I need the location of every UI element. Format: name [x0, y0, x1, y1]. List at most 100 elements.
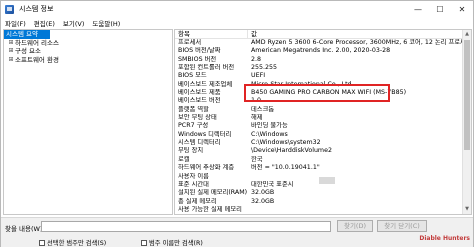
list-row[interactable]: 베이스보드 제품 B450 GAMING PRO CARBON MAX WIFI …	[175, 89, 471, 97]
details-list: 항목 값 프로세서 AMD Ryzen 5 3600 6-Core Process…	[174, 29, 472, 215]
row-item: 로캘	[178, 155, 190, 163]
row-value: 해제	[251, 114, 263, 122]
list-row[interactable]: 프로세서 AMD Ryzen 5 3600 6-Core Processor, 3…	[175, 39, 471, 47]
system-info-window: 시스템 정보 — ☐ ✕ 파일(F) 편집(E) 보기(V) 도움말(H) 시스…	[0, 0, 474, 247]
row-item: Windows 디렉터리	[178, 130, 232, 138]
row-item: 표준 시간대	[178, 180, 209, 188]
row-value: 버전 = "10.0.19041.1"	[251, 164, 320, 172]
expand-icon[interactable]: ⊞	[7, 56, 15, 65]
tree-item-hardware-resources[interactable]: ⊞ 하드웨어 리소스	[4, 39, 172, 48]
menu-bar: 파일(F) 편집(E) 보기(V) 도움말(H)	[1, 17, 473, 28]
row-item: 사용자 이름	[178, 172, 209, 180]
row-item: 보안 부팅 상태	[178, 114, 217, 122]
row-value: 바인딩 불가능	[251, 122, 288, 130]
row-value: C:\Windows\system32	[251, 139, 321, 147]
row-item: 플랫폼 역할	[178, 105, 209, 113]
tree-item-label: 소프트웨어 환경	[15, 55, 59, 64]
scrollbar-thumb[interactable]	[464, 40, 470, 150]
list-row[interactable]: 시스템 디렉터리 C:\Windows\system32	[175, 139, 471, 147]
vertical-scrollbar[interactable]: ▲ ▼	[462, 30, 471, 214]
close-find-button[interactable]: 찾기 닫기(C)	[377, 220, 427, 232]
maximize-button[interactable]: ☐	[429, 1, 451, 17]
list-row[interactable]: 총 실제 메모리 32.0GB	[175, 198, 471, 206]
menu-help[interactable]: 도움말(H)	[92, 18, 120, 28]
list-row[interactable]: 하드웨어 추상화 계층 버전 = "10.0.19041.1"	[175, 164, 471, 172]
row-value: Micro-Star International Co., Ltd.	[251, 80, 354, 88]
row-item: 사용 가능한 실제 메모리	[178, 205, 242, 213]
menu-edit[interactable]: 편집(E)	[34, 18, 55, 28]
row-item: 베이스보드 제품	[178, 89, 221, 97]
list-row[interactable]: 포함된 컨트롤러 버전 255.255	[175, 64, 471, 72]
row-value	[248, 206, 471, 214]
scroll-up-icon[interactable]: ▲	[463, 30, 471, 39]
checkbox-category-names[interactable]: 범주 이름만 검색(R)	[141, 238, 203, 247]
row-item: 설치된 실제 메모리(RAM)	[178, 189, 248, 197]
minimize-button[interactable]: —	[407, 1, 429, 17]
find-button[interactable]: 찾기(D)	[337, 220, 373, 232]
watermark-logo: Diable Hunters	[419, 235, 470, 242]
row-value: 데스크톱	[251, 105, 275, 113]
menu-view[interactable]: 보기(V)	[63, 18, 84, 28]
list-row[interactable]: PCR7 구성 바인딩 불가능	[175, 122, 471, 130]
menu-file[interactable]: 파일(F)	[5, 18, 26, 28]
window-title: 시스템 정보	[19, 5, 54, 13]
row-item: SMBIOS 버전	[178, 55, 217, 63]
list-row[interactable]: 설치된 실제 메모리(RAM) 32.0GB	[175, 189, 471, 197]
row-value: 32.0GB	[251, 197, 275, 205]
find-input[interactable]	[41, 221, 331, 232]
checkbox-label: 범주 이름만 검색(R)	[149, 240, 203, 247]
row-value: B450 GAMING PRO CARBON MAX WIFI (MS-7B85…	[251, 89, 407, 97]
row-item: BIOS 모드	[178, 72, 207, 80]
list-row[interactable]: SMBIOS 버전 2.8	[175, 56, 471, 64]
list-row[interactable]: 플랫폼 역할 데스크톱	[175, 106, 471, 114]
list-row[interactable]: 베이스보드 버전 1.0	[175, 97, 471, 105]
tree-item-components[interactable]: ⊞ 구성 요소	[4, 47, 172, 56]
title-bar: 시스템 정보 — ☐ ✕	[1, 1, 473, 17]
tree-item-label: 하드웨어 리소스	[15, 38, 59, 47]
row-item: BIOS 버전/날짜	[178, 47, 221, 55]
row-value: 2.8	[251, 55, 262, 63]
redacted-username	[319, 177, 335, 184]
row-value	[248, 173, 471, 181]
checkbox-selected-category[interactable]: 선택한 범주만 검색(S)	[39, 238, 106, 247]
list-row[interactable]: BIOS 버전/날짜 American Megatrends Inc. 2.00,…	[175, 47, 471, 55]
row-value: AMD Ryzen 5 3600 6-Core Processor, 3600M…	[251, 39, 471, 46]
list-row[interactable]: 부팅 장치 \Device\HarddiskVolume2	[175, 147, 471, 155]
list-row[interactable]: BIOS 모드 UEFI	[175, 72, 471, 80]
row-item: 하드웨어 추상화 계층	[178, 164, 235, 172]
row-item: 프로세서	[178, 39, 202, 46]
window-controls: — ☐ ✕	[407, 1, 473, 17]
row-item: 베이스보드 제조업체	[178, 80, 233, 88]
scroll-down-icon[interactable]: ▼	[463, 205, 471, 214]
tree-item-system-summary[interactable]: 시스템 요약	[4, 30, 50, 39]
row-value: 32.0GB	[251, 189, 275, 197]
list-row[interactable]: 보안 부팅 상태 해제	[175, 114, 471, 122]
list-rows: 프로세서 AMD Ryzen 5 3600 6-Core Processor, 3…	[175, 39, 471, 214]
row-item: PCR7 구성	[178, 122, 209, 130]
tree-item-software-environment[interactable]: ⊞ 소프트웨어 환경	[4, 56, 172, 65]
category-tree: 시스템 요약 ⊞ 하드웨어 리소스 ⊞ 구성 요소 ⊞ 소프트웨어 환경	[3, 29, 173, 215]
system-info-icon	[5, 4, 14, 14]
column-header-item[interactable]: 항목	[175, 30, 248, 38]
list-row[interactable]: 베이스보드 제조업체 Micro-Star International Co., …	[175, 81, 471, 89]
list-header: 항목 값	[175, 30, 471, 39]
tree-item-label: 시스템 요약	[6, 30, 38, 38]
row-value: C:\Windows	[251, 130, 288, 138]
row-item: 포함된 컨트롤러 버전	[178, 64, 235, 72]
checkbox-label: 선택한 범주만 검색(S)	[47, 240, 107, 247]
find-bar: 찾을 내용(W): 찾기(D) 찾기 닫기(C) 선택한 범주만 검색(S) 범…	[1, 217, 473, 247]
expand-icon[interactable]: ⊞	[7, 47, 15, 56]
row-value: 대한민국 표준시	[251, 180, 294, 188]
checkbox-box[interactable]	[141, 239, 147, 246]
expand-icon[interactable]: ⊞	[7, 39, 15, 48]
checkbox-box[interactable]	[39, 239, 45, 246]
list-row[interactable]: Windows 디렉터리 C:\Windows	[175, 131, 471, 139]
close-button[interactable]: ✕	[451, 1, 473, 17]
list-row[interactable]: 사용 가능한 실제 메모리	[175, 206, 471, 214]
row-item: 시스템 디렉터리	[178, 139, 221, 147]
tree-item-label: 구성 요소	[15, 47, 41, 55]
column-header-value[interactable]: 값	[248, 30, 471, 38]
row-value: 1.0	[251, 97, 262, 105]
row-value: UEFI	[251, 72, 266, 80]
list-row[interactable]: 로캘 한국	[175, 156, 471, 164]
